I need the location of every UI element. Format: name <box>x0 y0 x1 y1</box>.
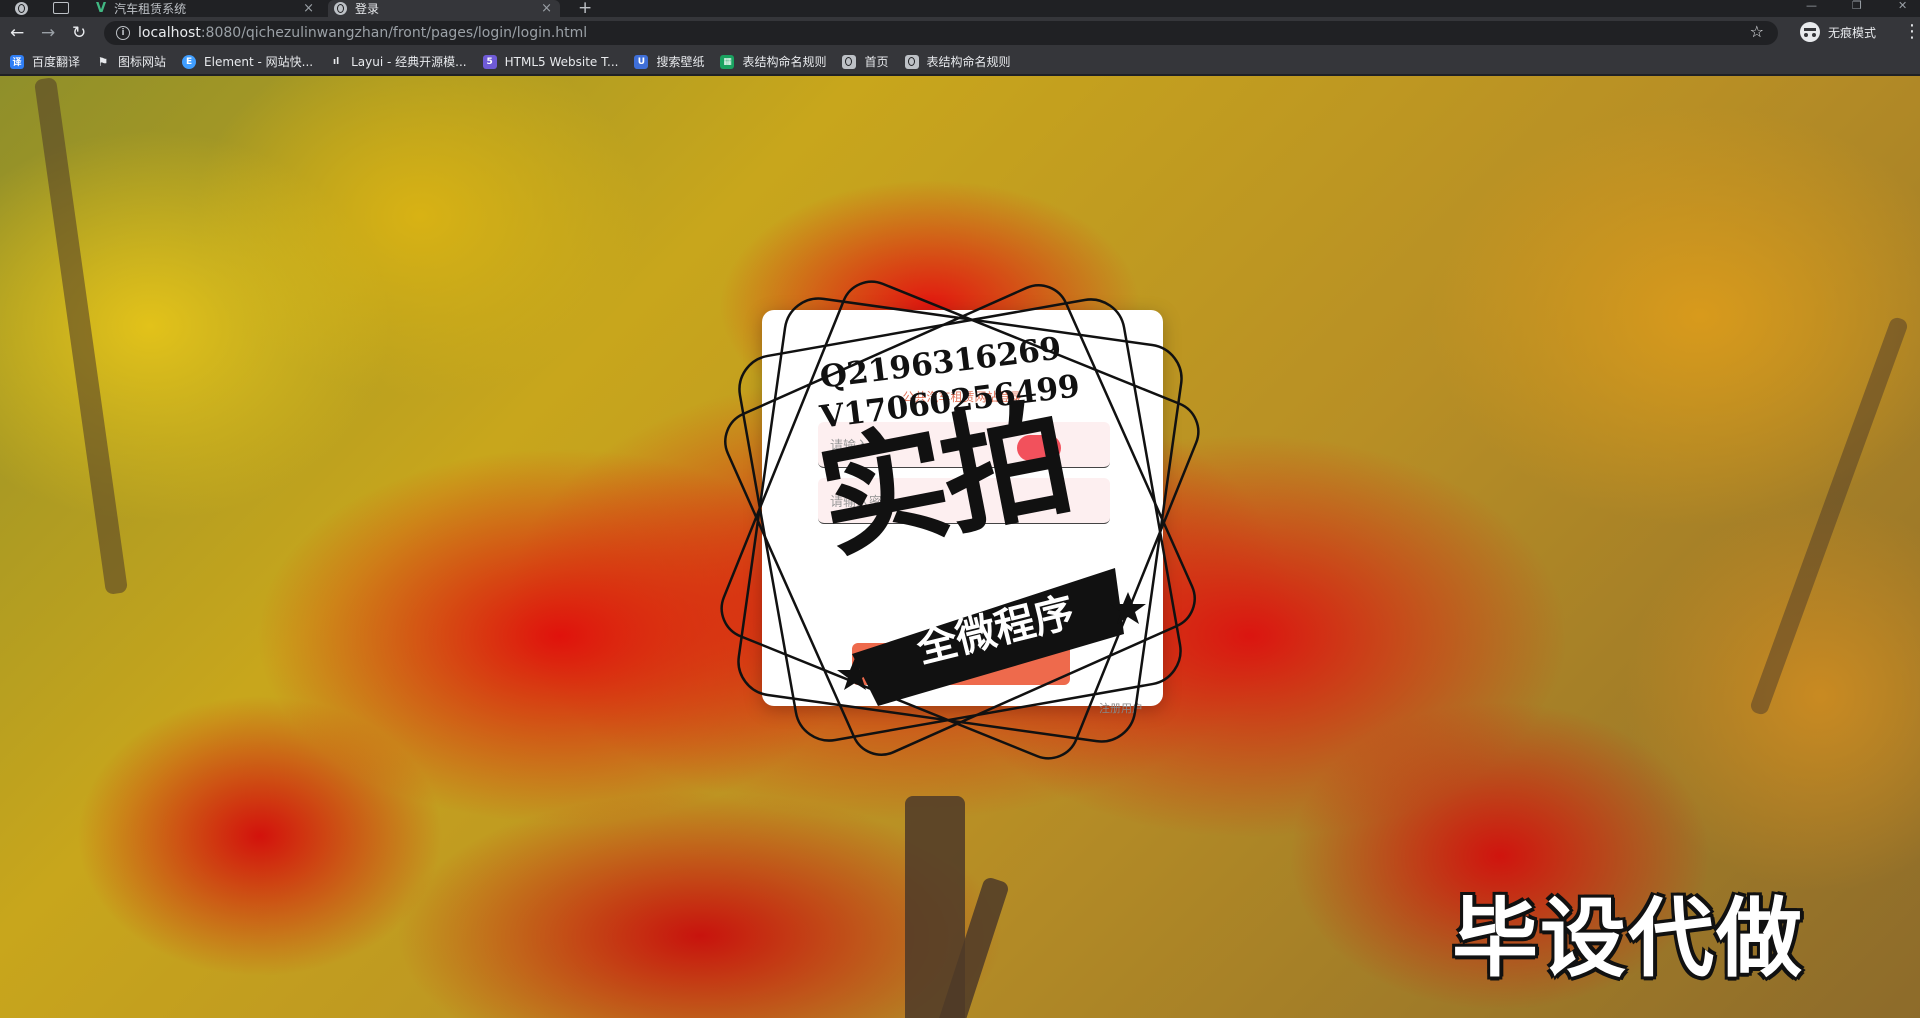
watermark-corner-text: 毕设代做 <box>1452 889 1804 989</box>
table-icon: ▦ <box>720 54 735 69</box>
incognito-icon <box>1800 22 1820 42</box>
chrome-globe-icon[interactable] <box>15 2 28 15</box>
bookmark-icon-site[interactable]: ⚑ 图标网站 <box>96 53 166 70</box>
forward-button[interactable]: → <box>41 23 55 43</box>
tab-title: 汽车租赁系统 <box>114 2 187 16</box>
bookmark-label: 搜索壁纸 <box>656 55 705 69</box>
close-icon[interactable]: × <box>541 0 552 17</box>
bookmark-baidu-translate[interactable]: 译 百度翻译 <box>10 53 80 70</box>
bookmark-layui[interactable]: ıl Layui - 经典开源模... <box>329 53 467 70</box>
info-icon[interactable]: i <box>116 26 130 40</box>
bookmarks-bar: 译 百度翻译 ⚑ 图标网站 E Element - 网站快... ıl Layu… <box>0 49 1920 75</box>
bookmark-label: 表结构命名规则 <box>926 55 1011 69</box>
bookmark-table-naming-2[interactable]: 表结构命名规则 <box>904 53 1011 70</box>
minimize-button[interactable]: — <box>1806 0 1817 12</box>
incognito-indicator[interactable]: 无痕模式 <box>1800 22 1876 42</box>
element-icon: E <box>182 54 197 69</box>
bookmark-label: Element - 网站快... <box>204 55 314 69</box>
tab-title: 登录 <box>355 2 380 16</box>
tab-login[interactable]: 登录 × <box>328 0 560 17</box>
incognito-label: 无痕模式 <box>1828 25 1877 40</box>
flag-icon: ⚑ <box>97 54 109 69</box>
baidu-translate-icon: 译 <box>10 54 24 69</box>
bookmark-star-icon[interactable]: ☆ <box>1750 22 1764 41</box>
close-window-button[interactable]: ✕ <box>1898 0 1907 12</box>
bookmark-element[interactable]: E Element - 网站快... <box>182 53 313 70</box>
wallpaper-icon: U <box>634 54 649 69</box>
url-host: localhost <box>138 25 201 41</box>
bookmark-label: Layui - 经典开源模... <box>351 55 467 69</box>
bookmark-html5[interactable]: 5 HTML5 Website T... <box>482 54 619 69</box>
html5-icon: 5 <box>482 54 497 69</box>
globe-icon <box>842 54 857 69</box>
bookmark-home[interactable]: 首页 <box>842 53 889 70</box>
tab-search-icon[interactable] <box>53 2 69 14</box>
tab-strip: V 汽车租赁系统 × 登录 × + — ❐ ✕ <box>0 0 1920 18</box>
bookmark-label: 首页 <box>864 55 889 69</box>
browser-menu-icon[interactable]: ⋮ <box>1903 22 1920 42</box>
bookmark-wallpaper[interactable]: U 搜索壁纸 <box>634 53 704 70</box>
bookmark-label: 百度翻译 <box>32 55 81 69</box>
url-path: :8080/qichezulinwangzhan/front/pages/log… <box>200 25 588 41</box>
restore-button[interactable]: ❐ <box>1852 0 1862 12</box>
close-icon[interactable]: × <box>303 0 314 17</box>
bookmark-table-naming[interactable]: ▦ 表结构命名规则 <box>720 53 826 70</box>
register-link[interactable]: 注册用户 <box>1099 700 1143 716</box>
bookmark-label: 表结构命名规则 <box>742 55 827 69</box>
address-bar[interactable]: i localhost:8080/qichezulinwangzhan/fron… <box>104 21 1778 45</box>
browser-toolbar: ← → ↻ i localhost:8080/qichezulinwangzha… <box>0 17 1920 49</box>
tree-branch <box>1748 315 1910 717</box>
bookmark-label: HTML5 Website T... <box>504 54 619 69</box>
bookmark-label: 图标网站 <box>118 55 167 69</box>
layui-icon: ıl <box>333 56 340 67</box>
globe-icon <box>904 54 919 69</box>
globe-icon <box>334 2 347 15</box>
tree-branch <box>33 76 129 596</box>
vue-icon: V <box>96 1 107 16</box>
tab-car-rental[interactable]: V 汽车租赁系统 × <box>90 0 322 17</box>
reload-button[interactable]: ↻ <box>72 23 86 43</box>
back-button[interactable]: ← <box>10 23 24 43</box>
new-tab-button[interactable]: + <box>578 0 592 18</box>
